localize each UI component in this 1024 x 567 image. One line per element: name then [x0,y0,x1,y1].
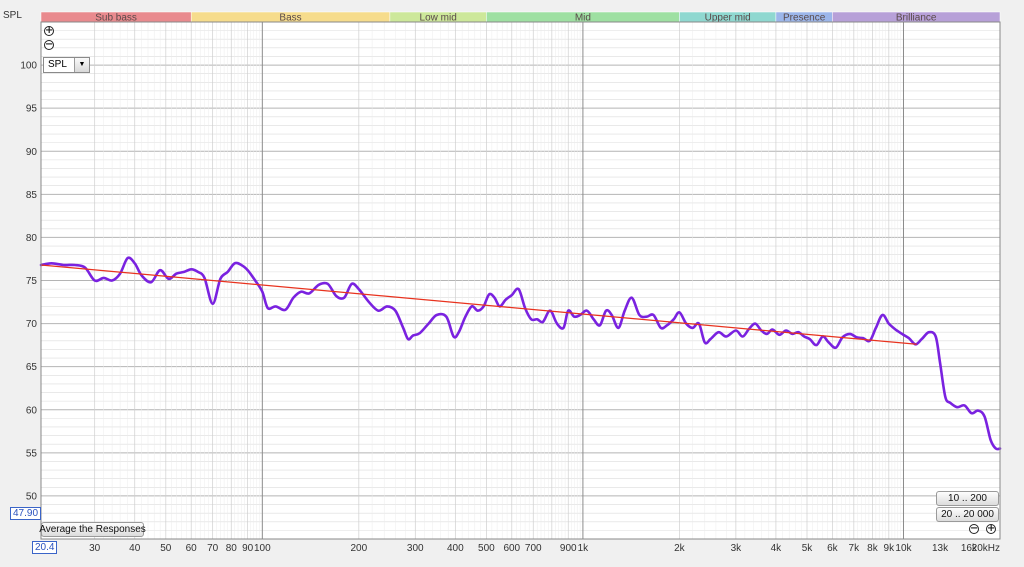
y-min-readout[interactable]: 47.90 [10,507,42,520]
x-axis: 30 40 50 60 70 80 90 100 200 300 400 500 600 700 900 1k… [89,543,1000,554]
x-tick-label: 2k [674,543,686,554]
x-tick-label: 700 [525,543,542,554]
x-tick-label: 9k [884,543,896,554]
x-min-readout[interactable]: 20.4 [32,541,58,554]
x-tick-label: 5k [802,543,814,554]
frequency-response-chart[interactable]: Sub bass Bass Low mid Mid Upper mid Presence B… [0,0,1024,567]
x-tick-label: 1k [578,543,590,554]
range-button-10-200[interactable]: 10 .. 200 [936,491,999,506]
x-tick-label: 30 [89,543,101,554]
x-tick-label: 6k [827,543,839,554]
x-tick-label: 8k [867,543,879,554]
display-select-value: SPL [48,59,67,70]
x-tick-label: 20kHz [972,543,1000,554]
x-tick-label: 60 [186,543,198,554]
x-tick-label: 10k [895,543,912,554]
x-tick-label: 7k [849,543,861,554]
y-tick-label: 55 [26,448,38,459]
display-select[interactable]: SPL ▼ [43,57,90,73]
y-axis: 50 55 60 65 70 75 80 85 90 95 100 [20,61,37,503]
y-tick-label: 75 [26,276,38,287]
x-tick-label: 600 [503,543,520,554]
x-tick-label: 4k [771,543,783,554]
x-tick-label: 40 [129,543,141,554]
x-tick-label: 80 [226,543,238,554]
x-tick-label: 13k [932,543,949,554]
chevron-down-icon: ▼ [74,58,89,72]
x-tick-label: 500 [478,543,495,554]
y-tick-label: 90 [26,147,38,158]
zoom-out-icon[interactable]: − [44,40,54,50]
plot-grid [41,21,1000,540]
y-tick-label: 65 [26,362,38,373]
x-tick-label: 900 [560,543,577,554]
zoom-in-icon[interactable]: + [44,26,54,36]
y-tick-label: 60 [26,405,38,416]
y-tick-label: 80 [26,233,38,244]
zoom-in-icon[interactable]: + [986,524,996,534]
y-axis-title: SPL [3,10,22,21]
zoom-out-icon[interactable]: − [969,524,979,534]
x-tick-label: 70 [207,543,219,554]
y-tick-label: 100 [20,61,37,72]
y-tick-label: 95 [26,104,38,115]
range-button-20-20000[interactable]: 20 .. 20 000 [936,507,999,522]
x-tick-label: 50 [160,543,172,554]
x-tick-label: 90 [242,543,254,554]
x-tick-label: 300 [407,543,424,554]
average-responses-button[interactable]: Average the Responses [39,522,146,537]
x-tick-label: 100 [254,543,271,554]
y-tick-label: 70 [26,319,38,330]
x-tick-label: 400 [447,543,464,554]
y-tick-label: 50 [26,491,38,502]
y-tick-label: 85 [26,190,38,201]
x-tick-label: 3k [731,543,743,554]
x-tick-label: 200 [350,543,367,554]
